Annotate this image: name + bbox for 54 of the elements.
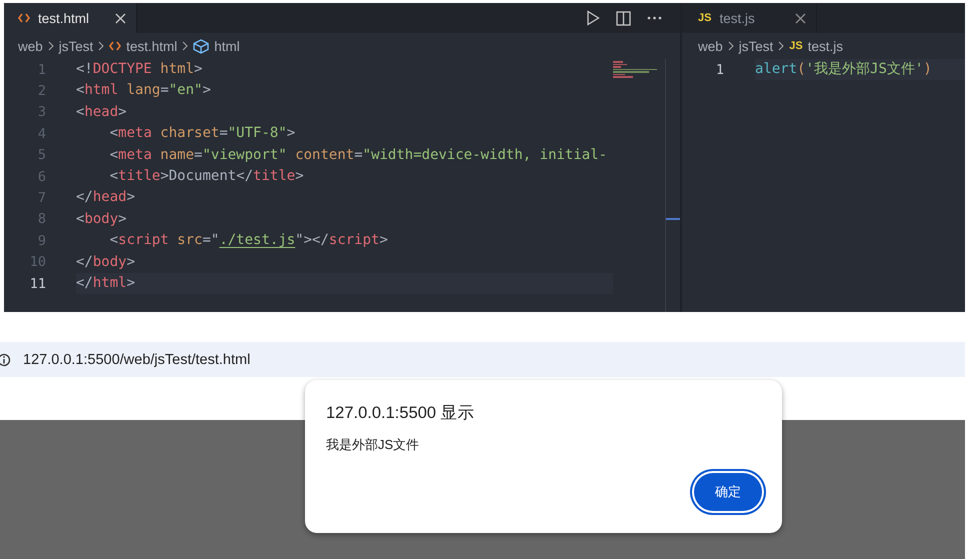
address-bar[interactable]: 127.0.0.1:5500/web/jsTest/test.html xyxy=(0,342,965,377)
breadcrumb-item[interactable]: html xyxy=(214,38,240,54)
more-icon[interactable] xyxy=(647,16,662,20)
split-editor-icon[interactable] xyxy=(616,10,631,26)
line-number: 10 xyxy=(28,254,46,270)
js-file-icon: JS xyxy=(789,40,803,52)
chevron-icon xyxy=(728,41,734,51)
info-icon[interactable] xyxy=(0,352,11,366)
code-line: <!DOCTYPE html> xyxy=(76,60,204,79)
line-number: 5 xyxy=(36,147,46,164)
breadcrumb-item[interactable]: test.html xyxy=(126,38,178,54)
code-brackets-icon xyxy=(18,13,30,23)
line-number: 8 xyxy=(36,211,46,228)
line-number: 1 xyxy=(36,62,46,78)
breadcrumb-item[interactable]: test.js xyxy=(808,38,844,54)
chevron-icon xyxy=(182,41,188,51)
line-number: 9 xyxy=(36,232,46,249)
breadcrumb-item[interactable]: jsTest xyxy=(738,38,774,54)
url-text: 127.0.0.1:5500/web/jsTest/test.html xyxy=(23,352,250,368)
line-number: 3 xyxy=(36,104,46,120)
code-line: <meta name="viewport" content="width=device-width, initial- xyxy=(108,146,608,165)
dialog-title: 127.0.0.1:5500 显示 xyxy=(326,403,476,424)
code-brackets-icon xyxy=(109,41,122,51)
close-icon[interactable] xyxy=(115,12,126,24)
code-line: </body> xyxy=(76,252,136,272)
line-number: 7 xyxy=(36,190,46,206)
code-line: <html lang="en"> xyxy=(76,81,212,100)
code-line: <meta charset="UTF-8"> xyxy=(108,124,296,144)
js-file-icon: JS xyxy=(698,12,712,24)
code-line: </head> xyxy=(76,188,136,208)
code-line: <head> xyxy=(76,102,128,122)
run-icon[interactable] xyxy=(586,10,600,26)
line-number: 2 xyxy=(36,83,46,100)
breadcrumb-item[interactable]: web xyxy=(698,38,723,54)
line-number: 11 xyxy=(28,276,46,292)
ok-button[interactable]: 确定 xyxy=(694,473,762,511)
chevron-icon xyxy=(98,41,104,51)
code-line: <script src="./test.js"></script> xyxy=(108,231,389,250)
line-number: 1 xyxy=(714,62,724,78)
scrollbar[interactable] xyxy=(665,59,680,312)
close-icon[interactable] xyxy=(795,12,806,24)
cube-icon xyxy=(193,38,210,54)
line-number: 6 xyxy=(36,168,46,185)
dialog-message: 我是外部JS文件 xyxy=(326,436,420,454)
editor-tab[interactable]: test.html xyxy=(4,3,137,33)
line-number: 4 xyxy=(36,126,46,142)
breadcrumb-item[interactable]: web xyxy=(18,38,43,54)
chevron-icon xyxy=(778,41,784,51)
chevron-icon xyxy=(48,41,54,51)
tab-label: test.html xyxy=(38,10,90,26)
code-line: <body> xyxy=(76,210,128,229)
code-line: <title>Document</title> xyxy=(108,166,305,186)
tab-label: test.js xyxy=(719,10,755,26)
breadcrumb-item[interactable]: jsTest xyxy=(58,38,94,54)
